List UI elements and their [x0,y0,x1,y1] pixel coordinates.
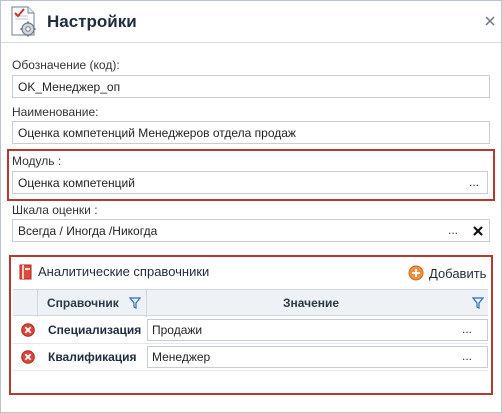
module-field[interactable]: Оценка компетенций ... [12,171,488,194]
column-separator [37,290,38,317]
filter-icon[interactable] [471,297,485,309]
row-value: Менеджер [152,350,211,364]
row-name: Квалификация [48,350,137,364]
settings-window: Настройки Обозначение (код): OK_Менеджер… [0,0,502,413]
row-value-field[interactable]: Продажи ... [147,319,488,341]
book-icon [19,264,33,280]
row-select-button[interactable]: ... [462,349,472,363]
scale-field[interactable]: Всегда / Иногда /Никогда ... [12,219,490,242]
close-icon[interactable] [484,15,496,27]
delete-circle-icon[interactable] [21,323,35,337]
analytics-title: Аналитические справочники [38,264,210,279]
scale-select-button[interactable]: ... [448,223,458,237]
table-row[interactable]: Специализация Продажи ... [13,317,488,344]
row-select-button[interactable]: ... [462,322,472,336]
column-header-ref[interactable]: Справочник [47,296,119,310]
name-label: Наименование: [12,105,99,119]
add-circle-icon [408,265,424,281]
row-value: Продажи [152,323,203,337]
scale-value: Всегда / Иногда /Никогда [18,224,158,238]
name-value: Оценка компетенций Менеджеров отдела про… [18,126,296,140]
module-label: Модуль : [12,154,62,168]
code-value: OK_Менеджер_оп [18,80,121,94]
code-label: Обозначение (код): [12,58,120,72]
delete-circle-icon[interactable] [21,350,35,364]
add-label: Добавить [429,265,487,281]
row-name: Специализация [48,323,142,337]
module-select-button[interactable]: ... [469,175,479,189]
row-value-field[interactable]: Менеджер ... [147,346,488,368]
table-row[interactable]: Квалификация Менеджер ... [13,344,488,371]
column-header-value[interactable]: Значение [283,296,339,310]
window-header: Настройки [1,1,501,43]
window-title: Настройки [47,12,137,31]
analytics-grid: Справочник Значение Специализация Продаж… [13,289,488,371]
add-button[interactable]: Добавить [408,263,486,283]
scale-label: Шкала оценки : [12,203,98,217]
code-field[interactable]: OK_Менеджер_оп [12,75,490,98]
analytics-header: Аналитические справочники Добавить [12,261,490,285]
name-field[interactable]: Оценка компетенций Менеджеров отдела про… [12,121,490,144]
settings-document-icon [9,6,39,38]
filter-icon[interactable] [128,297,142,309]
column-separator [146,290,147,317]
grid-header: Справочник Значение [13,289,488,317]
module-value: Оценка компетенций [18,176,135,190]
clear-x-icon[interactable] [472,225,484,237]
